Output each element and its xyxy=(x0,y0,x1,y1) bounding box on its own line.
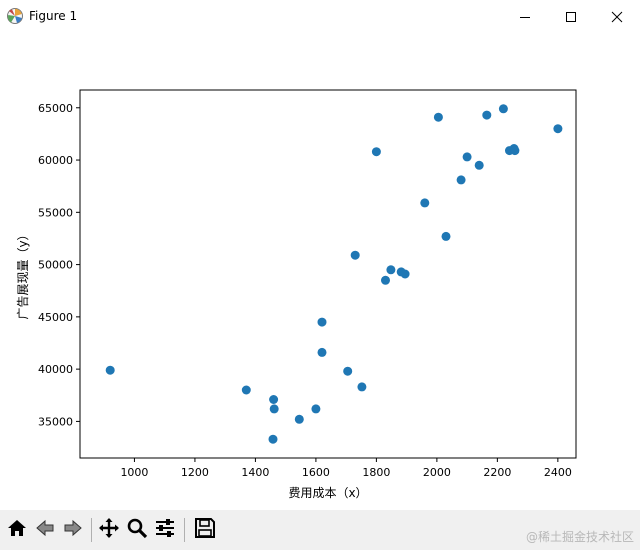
y-tick-label: 50000 xyxy=(38,259,73,272)
pan-icon xyxy=(98,517,120,543)
y-axis-label: 广告展现量（y） xyxy=(16,228,30,319)
data-point xyxy=(269,404,279,414)
close-icon xyxy=(611,11,623,23)
scatter-chart: 1000 1200 1400 1600 1800 2000 2200 2400 35000 40… xyxy=(16,89,577,500)
x-axis-ticks: 1000 1200 1400 1600 1800 2000 2200 2400 xyxy=(120,458,572,479)
y-axis-ticks: 35000 40000 45000 50000 55000 60000 65000 xyxy=(38,102,80,428)
toolbar-separator xyxy=(91,518,92,542)
y-tick-label: 65000 xyxy=(38,102,73,115)
points-layer xyxy=(105,104,563,444)
window-titlebar: Figure 1 xyxy=(0,0,640,34)
x-tick-label: 2400 xyxy=(544,466,572,479)
pan-button[interactable] xyxy=(96,517,122,543)
y-tick-label: 60000 xyxy=(38,154,73,167)
data-point xyxy=(350,250,360,260)
configure-subplots-button[interactable] xyxy=(152,517,178,543)
data-point xyxy=(357,382,367,392)
forward-icon xyxy=(62,517,84,543)
data-point xyxy=(371,147,381,157)
data-point xyxy=(294,414,304,424)
configure-subplots-icon xyxy=(154,517,176,543)
x-tick-label: 1800 xyxy=(362,466,390,479)
window-title: Figure 1 xyxy=(29,9,78,23)
navigation-toolbar: @稀土掘金技术社区 xyxy=(0,510,640,550)
data-point xyxy=(386,265,396,275)
data-point xyxy=(433,112,443,122)
data-point xyxy=(269,395,279,404)
data-point xyxy=(441,231,451,241)
x-tick-label: 1200 xyxy=(181,466,209,479)
data-point xyxy=(105,365,115,375)
data-point xyxy=(381,275,390,285)
data-point xyxy=(482,110,492,120)
x-tick-label: 1600 xyxy=(302,466,330,479)
data-point xyxy=(420,198,430,208)
data-point xyxy=(462,152,472,162)
matplotlib-icon xyxy=(6,7,24,25)
data-point xyxy=(456,175,466,185)
data-point xyxy=(311,404,321,414)
watermark-text: @稀土掘金技术社区 xyxy=(525,530,634,544)
y-tick-label: 45000 xyxy=(38,311,73,324)
x-tick-label: 2000 xyxy=(423,466,451,479)
close-button[interactable] xyxy=(594,0,640,34)
save-button[interactable] xyxy=(192,517,218,543)
minimize-button[interactable] xyxy=(502,0,548,34)
back-icon xyxy=(34,517,56,543)
data-point xyxy=(510,146,520,156)
y-tick-label: 35000 xyxy=(38,415,73,428)
back-button[interactable] xyxy=(32,517,58,543)
maximize-icon xyxy=(565,11,577,23)
data-point xyxy=(317,317,327,327)
data-point xyxy=(343,366,353,376)
data-point xyxy=(268,434,278,444)
home-icon xyxy=(6,517,28,543)
data-point xyxy=(241,385,251,395)
data-point xyxy=(474,160,484,170)
minimize-icon xyxy=(519,11,531,23)
y-tick-label: 55000 xyxy=(38,206,73,219)
maximize-button[interactable] xyxy=(548,0,594,34)
forward-button[interactable] xyxy=(60,517,86,543)
zoom-button[interactable] xyxy=(124,517,150,543)
data-point xyxy=(553,124,563,134)
x-tick-label: 2200 xyxy=(483,466,511,479)
toolbar-separator xyxy=(184,518,185,542)
data-point xyxy=(400,269,410,279)
x-axis-label: 费用成本（x） xyxy=(288,486,367,500)
home-button[interactable] xyxy=(4,517,30,543)
data-point xyxy=(498,104,508,114)
axes-frame xyxy=(79,89,577,459)
y-tick-label: 40000 xyxy=(38,363,73,376)
figure-canvas[interactable]: 1000 1200 1400 1600 1800 2000 2200 2400 35000 40… xyxy=(0,34,640,510)
save-icon xyxy=(194,517,216,543)
x-tick-label: 1400 xyxy=(241,466,269,479)
zoom-icon xyxy=(126,517,148,543)
data-point xyxy=(317,347,327,357)
x-tick-label: 1000 xyxy=(120,466,148,479)
